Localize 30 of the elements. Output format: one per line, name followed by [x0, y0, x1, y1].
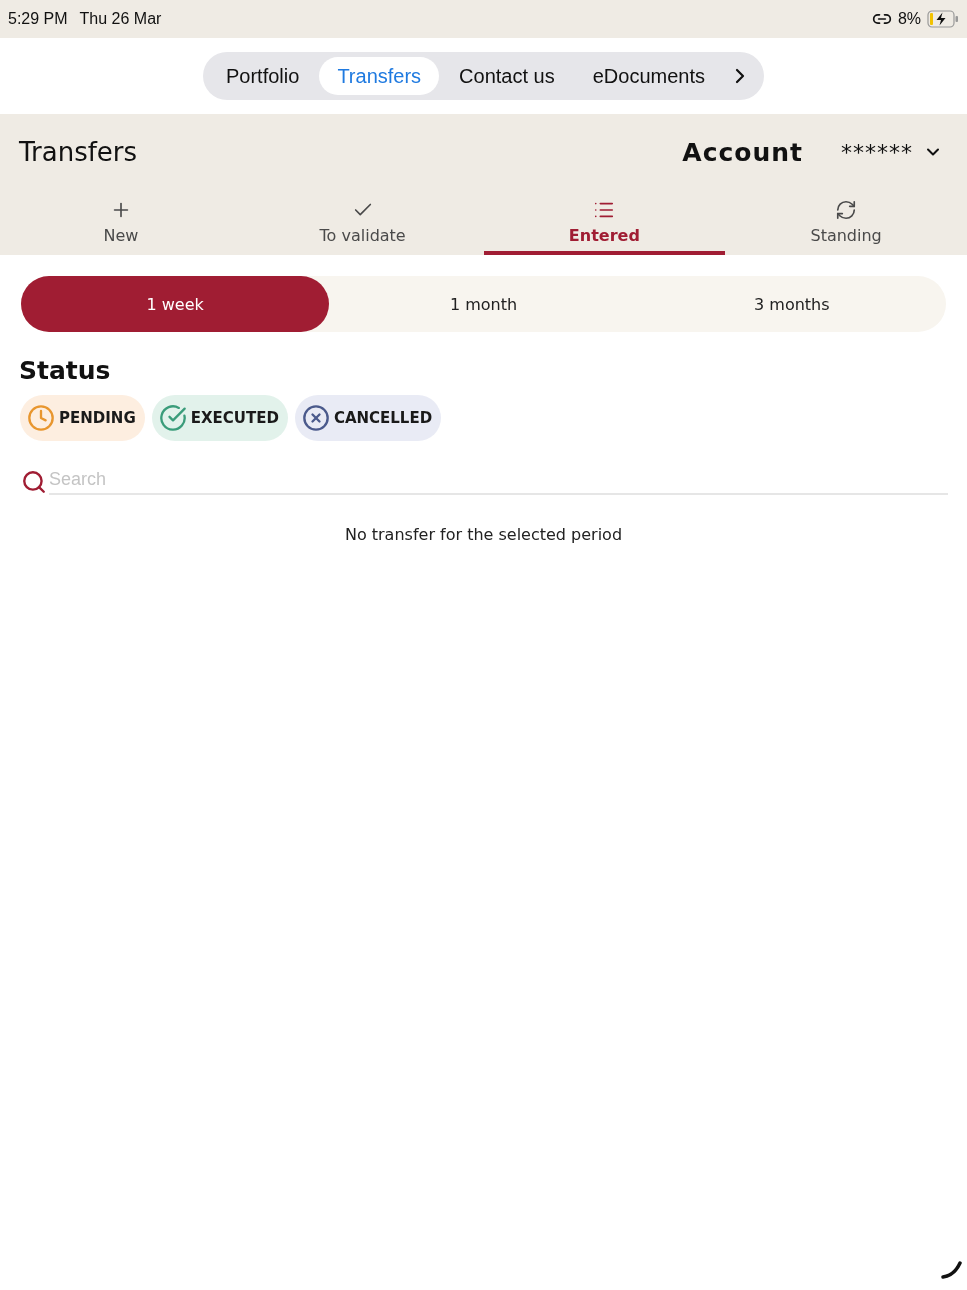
account-label: Account — [682, 137, 803, 167]
refresh-icon — [835, 199, 858, 221]
transfer-tab[interactable]: To validate — [241, 190, 484, 255]
status-filter-chip[interactable]: PENDING — [20, 395, 145, 441]
nav-tab[interactable]: eDocuments — [574, 57, 723, 95]
loading-spinner-icon — [941, 1260, 963, 1280]
search-field[interactable]: Search — [49, 465, 948, 495]
circle-check-icon — [158, 404, 187, 432]
period-option[interactable]: 1 month — [329, 276, 638, 332]
nav-tab[interactable]: Transfers — [319, 57, 440, 95]
page-title: Transfers — [19, 137, 138, 167]
status-date: Thu 26 Mar — [79, 10, 162, 28]
status-time: 5:29 PM — [8, 10, 68, 28]
empty-message: No transfer for the selected period — [343, 525, 624, 544]
search-icon — [21, 469, 47, 495]
period-option[interactable]: 1 week — [21, 276, 330, 332]
clock-icon — [27, 404, 55, 432]
period-option[interactable]: 3 months — [637, 276, 946, 332]
status-filter-chip[interactable]: EXECUTED — [151, 395, 288, 441]
battery-charging-icon — [927, 10, 959, 28]
transfer-tab[interactable]: Standing — [725, 190, 967, 255]
status-heading: Status — [19, 356, 112, 385]
status-filter-chip[interactable]: CANCELLED — [294, 395, 442, 441]
account-dropdown[interactable]: ****** — [841, 139, 943, 165]
transfer-tab[interactable]: Entered — [483, 190, 726, 255]
nav-tab[interactable]: Contact us — [441, 57, 573, 95]
battery-percent: 8% — [897, 10, 921, 28]
nav-tab[interactable]: Portfolio — [208, 57, 318, 95]
transfer-tab[interactable]: New — [0, 190, 242, 255]
circle-x-icon — [301, 404, 330, 432]
